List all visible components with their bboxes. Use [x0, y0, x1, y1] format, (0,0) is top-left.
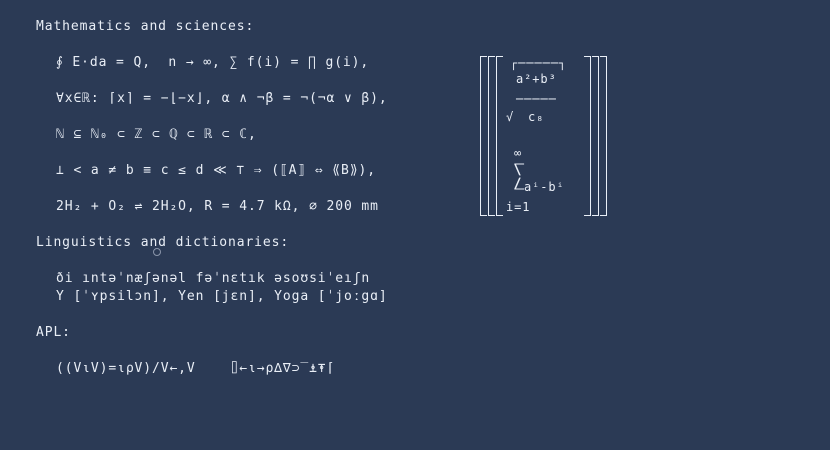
matrix-left-bracket-outer [480, 56, 487, 216]
linguistics-heading: Linguistics and dictionaries: [36, 235, 290, 250]
mouse-cursor-icon [153, 248, 161, 256]
sum-body: aⁱ-bⁱ [524, 180, 565, 194]
math-line-5: 2H₂ + O₂ ⇌ 2H₂O, R = 4.7 kΩ, ⌀ 200 mm [56, 199, 379, 214]
matrix-divider: ───── [516, 92, 557, 106]
apl-line: ((V⍳V)=⍳⍴V)/V←,V ⌷←⍳→⍴∆∇⊃‾⍎⍕⌈ [56, 361, 336, 376]
apl-heading: APL: [36, 325, 71, 340]
matrix-right-bracket-middle [592, 56, 599, 216]
linguistics-line-2: Y [ˈʏpsilɔn], Yen [jɛn], Yoga [ˈjoːgɑ] [56, 289, 388, 304]
math-line-3: ℕ ⊆ ℕ₀ ⊂ ℤ ⊂ ℚ ⊂ ℝ ⊂ ℂ, [56, 127, 257, 142]
formula-matrix: ┌─────┐ a²+b³ ───── √ c₈ ∞ ⎲ ⎳ aⁱ-bⁱ i=1 [476, 56, 607, 216]
sum-icon: ⎲ [514, 162, 526, 176]
matrix-left-bracket-inner [496, 56, 503, 216]
linguistics-line-1: ði ıntəˈnæʃənəl fəˈnɛtık əsoʊsiˈeıʃn [56, 271, 371, 286]
matrix-right-bracket-outer [600, 56, 607, 216]
math-line-2: ∀x∈ℝ: ⌈x⌉ = −⌊−x⌋, α ∧ ¬β = ¬(¬α ∨ β), [56, 91, 388, 106]
sum-upper-limit: ∞ [514, 146, 523, 160]
matrix-left-bracket-middle [488, 56, 495, 216]
matrix-denominator: c₈ [528, 110, 545, 124]
sqrt-icon: √ [506, 110, 515, 124]
matrix-right-bracket-inner [584, 56, 591, 216]
math-line-1: ∮ E⋅da = Q, n → ∞, ∑ f(i) = ∏ g(i), [56, 55, 370, 70]
math-heading: Mathematics and sciences: [36, 19, 255, 34]
math-line-4: ⊥ < a ≠ b ≡ c ≤ d ≪ ⊤ ⇒ (⟦A⟧ ⇔ ⟪B⟫), [56, 163, 376, 178]
matrix-numerator: a²+b³ [516, 72, 557, 86]
matrix-top-rule: ┌─────┐ [510, 56, 567, 70]
sum-index: i=1 [506, 200, 531, 214]
